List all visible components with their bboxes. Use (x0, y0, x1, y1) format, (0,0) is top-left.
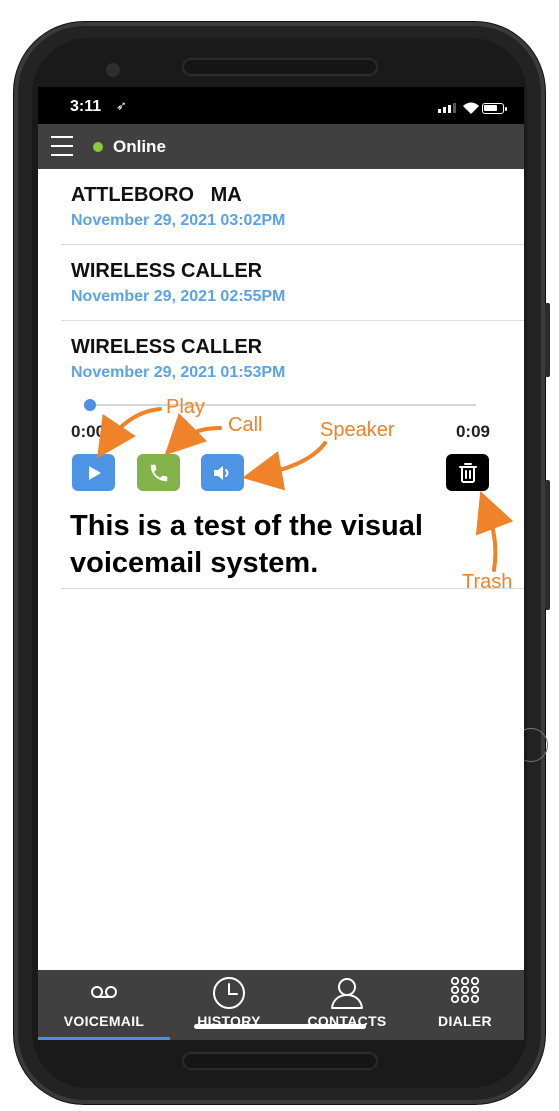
arrow-to-play (97, 407, 162, 459)
annotation-arrows (97, 407, 514, 572)
arrow-to-trash (475, 491, 514, 572)
arrow-to-call (164, 412, 222, 456)
arrow-to-speaker (242, 441, 327, 491)
